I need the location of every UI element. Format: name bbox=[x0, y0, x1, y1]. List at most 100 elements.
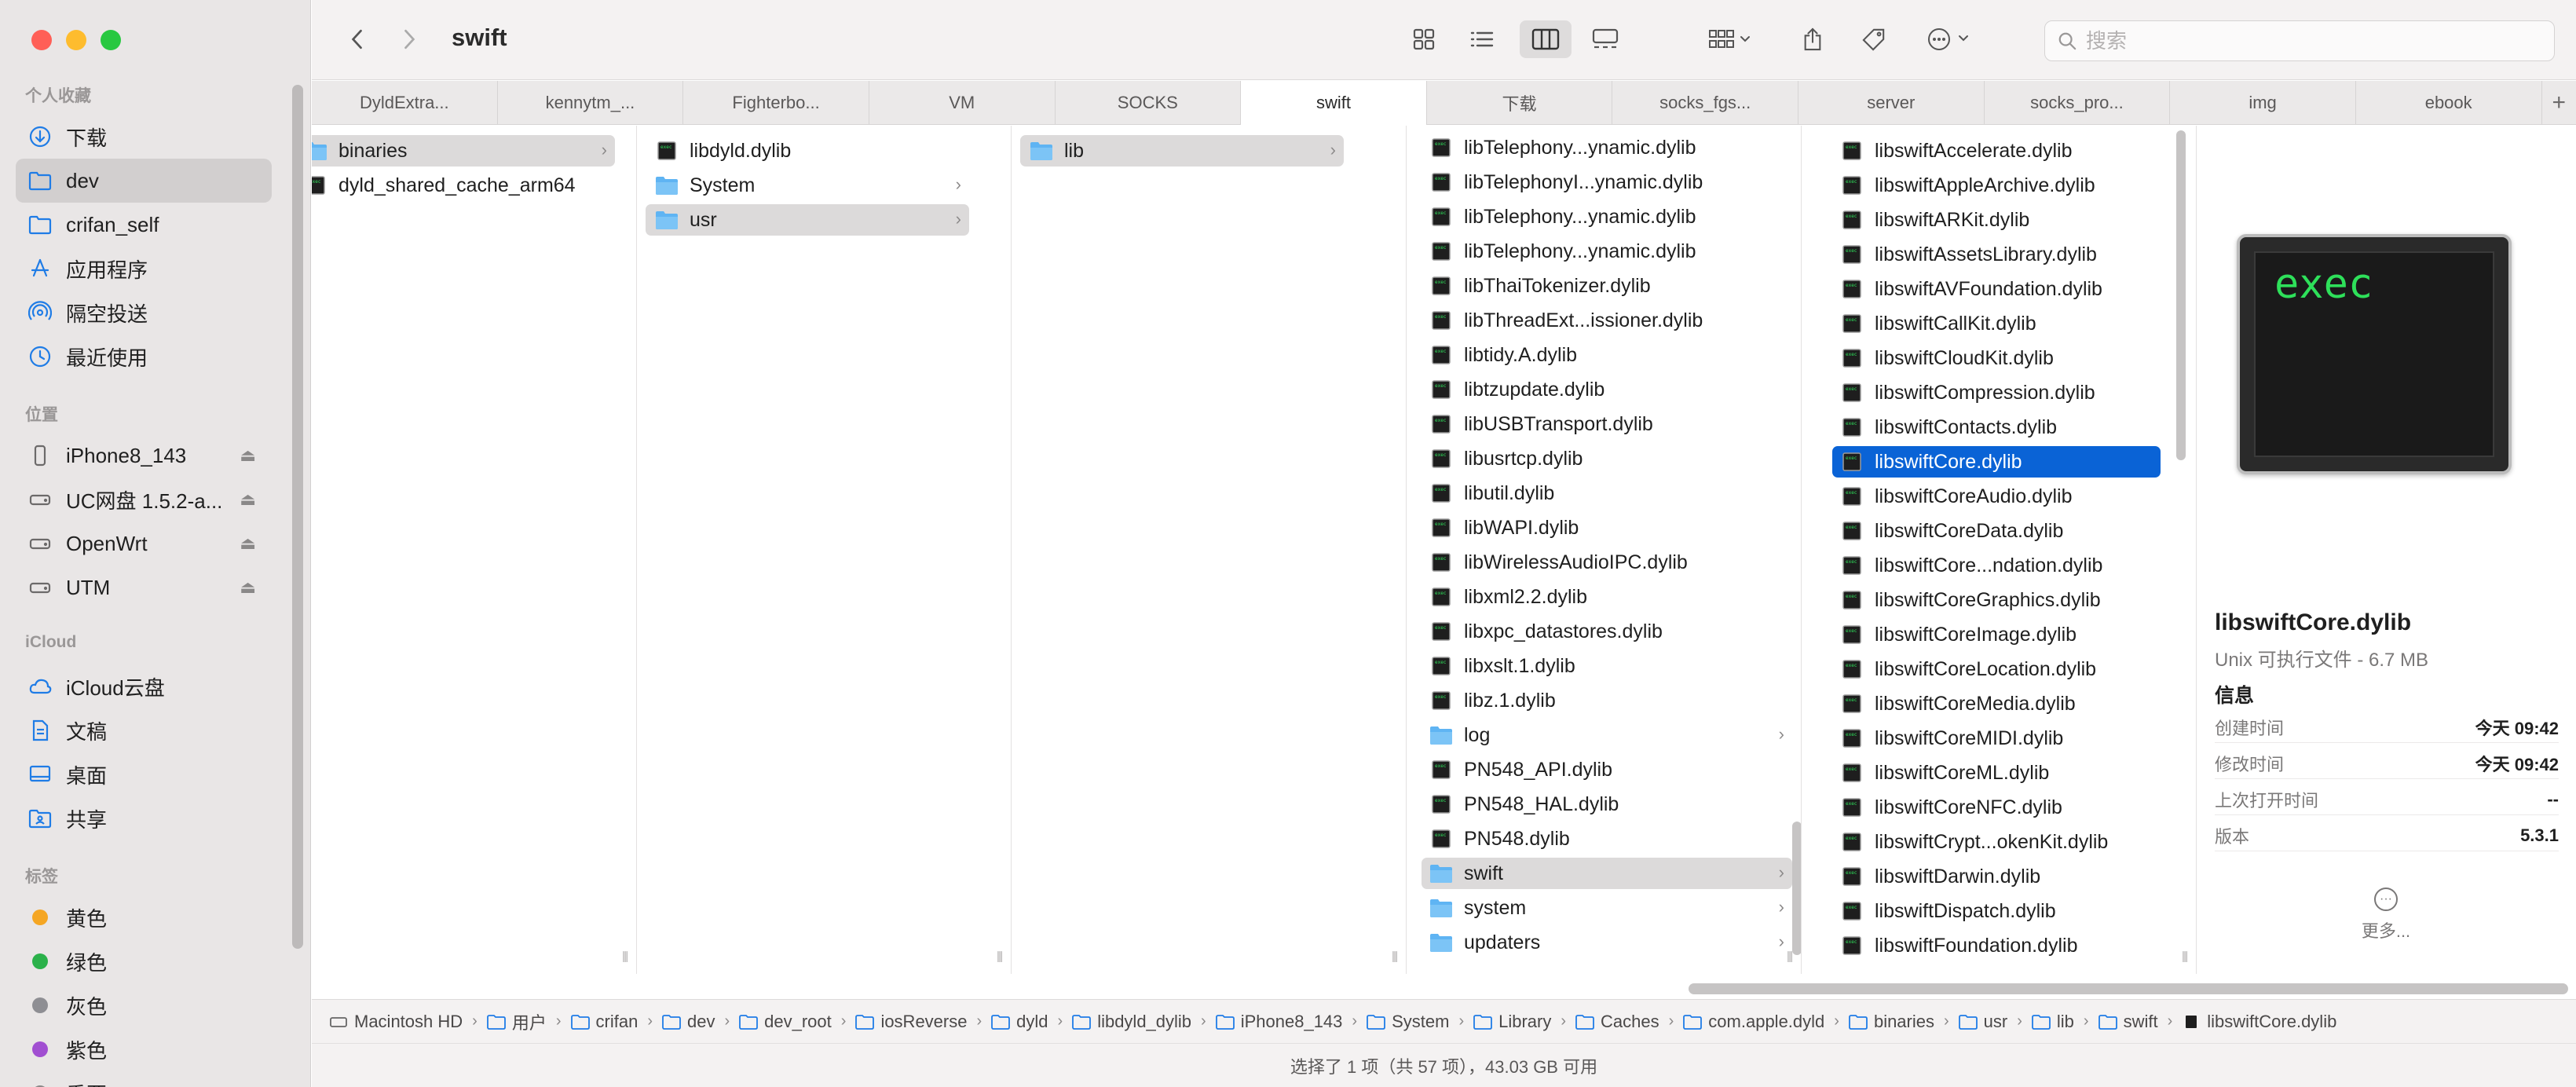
file-row[interactable]: exec libxslt.1.dylib bbox=[1422, 650, 1792, 682]
sidebar-item-icloud[interactable]: iCloud云盘 bbox=[16, 664, 272, 708]
minimize-window-button[interactable] bbox=[66, 30, 86, 50]
file-row[interactable]: exec libswiftCloudKit.dylib bbox=[1832, 342, 2161, 374]
sidebar-item-favorite[interactable]: 下载 bbox=[16, 115, 272, 159]
file-row[interactable]: exec libswiftARKit.dylib bbox=[1832, 204, 2161, 236]
file-row[interactable]: exec libswiftCoreMIDI.dylib bbox=[1832, 723, 2161, 754]
file-row[interactable]: exec libswiftCoreML.dylib bbox=[1832, 757, 2161, 789]
sidebar-item-icloud[interactable]: 文稿 bbox=[16, 708, 272, 752]
column-5[interactable]: exec libswiftAccelerate.dylib exec libswift… bbox=[1802, 126, 2197, 974]
file-row[interactable]: exec libWirelessAudioIPC.dylib bbox=[1422, 547, 1792, 578]
path-item[interactable]: System bbox=[1367, 1012, 1449, 1032]
file-row[interactable]: exec dyld_shared_cache_arm64 bbox=[312, 170, 615, 201]
horizontal-scrollbar[interactable] bbox=[1689, 983, 2568, 994]
group-by-button[interactable] bbox=[1699, 20, 1762, 58]
path-item[interactable]: Macintosh HD bbox=[329, 1012, 463, 1032]
tab-5[interactable]: swift bbox=[1241, 81, 1427, 125]
file-row[interactable]: exec libTelephony...ynamic.dylib bbox=[1422, 132, 1792, 163]
tab-11[interactable]: ebook bbox=[2356, 81, 2542, 125]
tab-8[interactable]: server bbox=[1798, 81, 1985, 125]
folder-row[interactable]: system › bbox=[1422, 892, 1792, 924]
folder-row[interactable]: log › bbox=[1422, 719, 1792, 751]
sidebar-item-favorite[interactable]: 应用程序 bbox=[16, 247, 272, 291]
file-row[interactable]: exec libutil.dylib bbox=[1422, 478, 1792, 509]
file-row[interactable]: exec libtzupdate.dylib bbox=[1422, 374, 1792, 405]
file-row[interactable]: exec libThreadExt...issioner.dylib bbox=[1422, 305, 1792, 336]
file-row[interactable]: exec libdyld.dylib bbox=[646, 135, 969, 167]
file-row[interactable]: exec libswiftCallKit.dylib bbox=[1832, 308, 2161, 339]
path-item[interactable]: binaries bbox=[1849, 1012, 1934, 1032]
file-row[interactable]: exec PN548_HAL.dylib bbox=[1422, 789, 1792, 820]
path-item[interactable]: Library bbox=[1473, 1012, 1551, 1032]
back-button[interactable] bbox=[342, 22, 373, 57]
file-row[interactable]: exec libswiftAVFoundation.dylib bbox=[1832, 273, 2161, 305]
folder-row[interactable]: lib › bbox=[1020, 135, 1344, 167]
file-row[interactable]: exec libxml2.2.dylib bbox=[1422, 581, 1792, 613]
folder-row[interactable]: usr › bbox=[646, 204, 969, 236]
file-row[interactable]: exec libswiftCoreData.dylib bbox=[1832, 515, 2161, 547]
path-item[interactable]: iPhone8_143 bbox=[1215, 1012, 1342, 1032]
eject-icon[interactable]: ⏏ bbox=[240, 489, 256, 510]
folder-row[interactable]: System › bbox=[646, 170, 969, 201]
sidebar-item-tag[interactable]: 重要 bbox=[16, 1071, 272, 1087]
sidebar-item-tag[interactable]: 紫色 bbox=[16, 1027, 272, 1071]
column-resize-handle[interactable]: ⦀ bbox=[997, 950, 1003, 966]
tab-4[interactable]: SOCKS bbox=[1056, 81, 1242, 125]
sidebar-item-location[interactable]: UC网盘 1.5.2-a... ⏏ bbox=[16, 478, 272, 522]
path-item[interactable]: swift bbox=[2098, 1012, 2158, 1032]
file-row[interactable]: exec PN548_API.dylib bbox=[1422, 754, 1792, 785]
tab-1[interactable]: kennytm_... bbox=[498, 81, 684, 125]
icon-view-button[interactable] bbox=[1402, 20, 1446, 58]
column-view-button[interactable] bbox=[1520, 20, 1572, 58]
file-row[interactable]: exec libswiftFoundation.dylib bbox=[1832, 930, 2161, 961]
file-row[interactable]: exec libswiftCrypt...okenKit.dylib bbox=[1832, 826, 2161, 858]
sidebar-item-tag[interactable]: 绿色 bbox=[16, 939, 272, 983]
path-item[interactable]: Caches bbox=[1575, 1012, 1659, 1032]
path-item[interactable]: usr bbox=[1958, 1012, 2007, 1032]
file-row[interactable]: exec libxpc_datastores.dylib bbox=[1422, 616, 1792, 647]
column-5-scrollbar[interactable] bbox=[2176, 130, 2186, 460]
column-2[interactable]: exec libdyld.dylib System › usr › ⦀ bbox=[638, 126, 1012, 974]
folder-row[interactable]: binaries › bbox=[312, 135, 615, 167]
search-field[interactable] bbox=[2044, 20, 2555, 61]
close-window-button[interactable] bbox=[31, 30, 52, 50]
more-button[interactable]: ··· 更多... bbox=[2347, 888, 2425, 942]
path-item[interactable]: libswiftCore.dylib bbox=[2182, 1012, 2336, 1032]
sidebar-item-favorite[interactable]: crifan_self bbox=[16, 203, 272, 247]
file-row[interactable]: exec libswiftCoreNFC.dylib bbox=[1832, 792, 2161, 823]
file-row[interactable]: exec libswiftCoreAudio.dylib bbox=[1832, 481, 2161, 512]
sidebar-item-icloud[interactable]: 共享 bbox=[16, 796, 272, 840]
path-item[interactable]: dev_root bbox=[739, 1012, 832, 1032]
path-item[interactable]: crifan bbox=[570, 1012, 638, 1032]
sidebar-item-location[interactable]: UTM ⏏ bbox=[16, 565, 272, 609]
tab-6[interactable]: 下载 bbox=[1427, 81, 1613, 125]
path-item[interactable]: libdyld_dylib bbox=[1072, 1012, 1191, 1032]
sidebar-item-tag[interactable]: 黄色 bbox=[16, 895, 272, 939]
sidebar-scrollbar[interactable] bbox=[292, 85, 303, 949]
file-row[interactable]: exec libswiftAccelerate.dylib bbox=[1832, 135, 2161, 167]
sidebar-item-favorite[interactable]: dev bbox=[16, 159, 272, 203]
column-3[interactable]: lib › ⦀ bbox=[1012, 126, 1407, 974]
tab-7[interactable]: socks_fgs... bbox=[1612, 81, 1798, 125]
sidebar-item-location[interactable]: iPhone8_143 ⏏ bbox=[16, 434, 272, 478]
share-button[interactable] bbox=[1793, 20, 1832, 58]
file-row[interactable]: exec libTelephony...ynamic.dylib bbox=[1422, 201, 1792, 232]
file-row[interactable]: exec libswiftAssetsLibrary.dylib bbox=[1832, 239, 2161, 270]
column-resize-handle[interactable]: ⦀ bbox=[622, 950, 628, 966]
file-row[interactable]: exec libswiftDarwin.dylib bbox=[1832, 861, 2161, 892]
add-tab-button[interactable]: + bbox=[2542, 81, 2576, 124]
file-row[interactable]: exec libswiftDispatch.dylib bbox=[1832, 895, 2161, 927]
column-4-scrollbar[interactable] bbox=[1792, 822, 1801, 955]
column-1[interactable]: binaries › exec dyld_shared_cache_arm64 ⦀ bbox=[312, 126, 637, 974]
file-row[interactable]: exec libThaiTokenizer.dylib bbox=[1422, 270, 1792, 302]
file-row[interactable]: exec libswiftCore.dylib bbox=[1832, 446, 2161, 478]
search-input[interactable] bbox=[2086, 28, 2526, 53]
tab-2[interactable]: Fighterbo... bbox=[683, 81, 869, 125]
folder-row[interactable]: swift › bbox=[1422, 858, 1792, 889]
file-row[interactable]: exec libUSBTransport.dylib bbox=[1422, 408, 1792, 440]
file-row[interactable]: exec libswiftAppleArchive.dylib bbox=[1832, 170, 2161, 201]
file-row[interactable]: exec libusrtcp.dylib bbox=[1422, 443, 1792, 474]
tab-10[interactable]: img bbox=[2170, 81, 2356, 125]
path-item[interactable]: 用户 bbox=[486, 1009, 547, 1034]
file-row[interactable]: exec libTelephonyI...ynamic.dylib bbox=[1422, 167, 1792, 198]
path-item[interactable]: dev bbox=[662, 1012, 715, 1032]
